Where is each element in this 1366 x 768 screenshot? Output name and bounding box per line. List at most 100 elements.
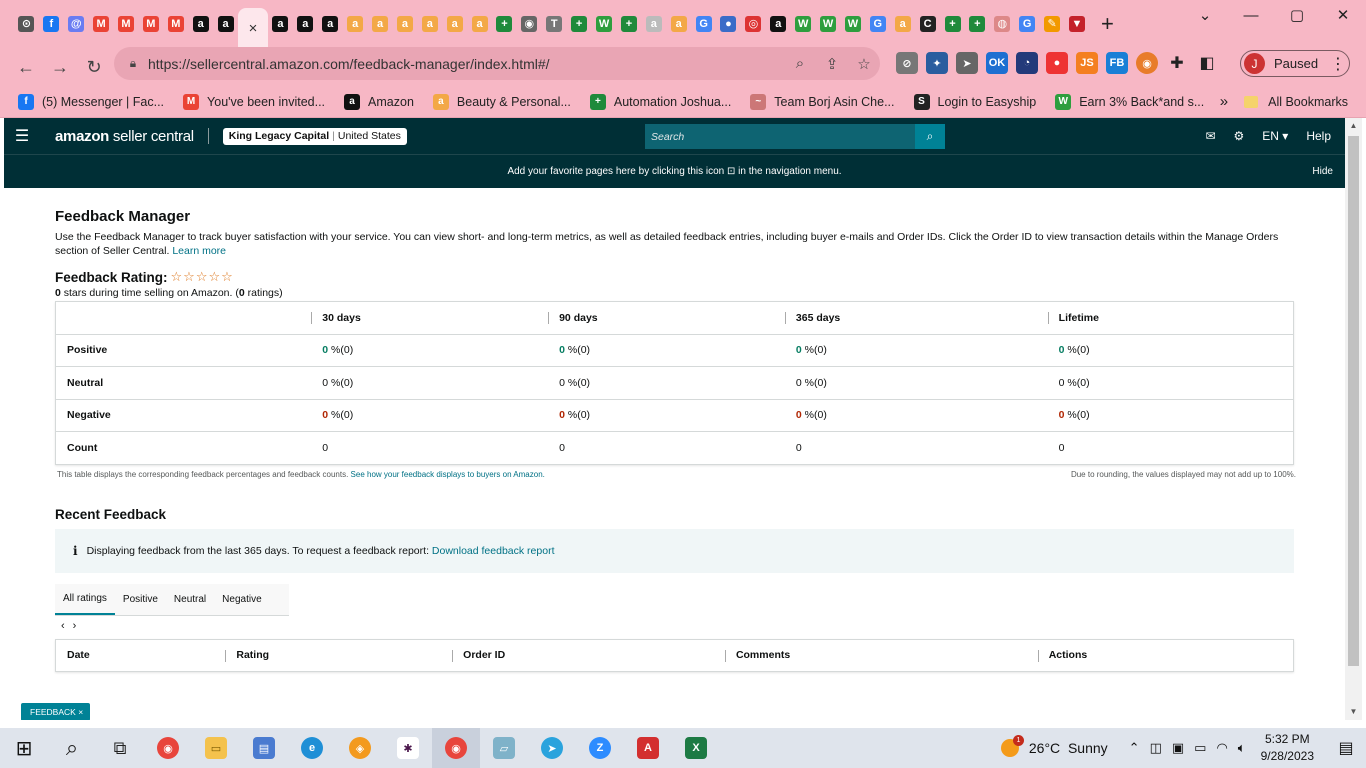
browser-tab[interactable]: a — [442, 0, 467, 48]
browser-tab[interactable]: ◉ — [517, 0, 542, 48]
browser-tab[interactable]: @ — [64, 0, 89, 48]
learn-more-link[interactable]: Learn more — [172, 245, 226, 257]
clock[interactable]: 5:32 PM 9/28/2023 — [1261, 731, 1314, 765]
search-input[interactable]: Search — [645, 124, 915, 149]
browser-tab[interactable]: + — [567, 0, 592, 48]
browser-tab[interactable]: ✎ — [1040, 0, 1065, 48]
telegram-icon[interactable]: ➤ — [528, 728, 576, 768]
browser-tab[interactable]: a — [666, 0, 691, 48]
meet-icon[interactable]: ◫ — [1150, 740, 1162, 756]
filter-tab-all-ratings[interactable]: All ratings — [55, 583, 115, 615]
browser-tab[interactable]: + — [492, 0, 517, 48]
browser-tab[interactable]: a — [890, 0, 915, 48]
download-report-link[interactable]: Download feedback report — [432, 545, 555, 557]
scroll-down-arrow-icon[interactable]: ▼ — [1345, 704, 1362, 720]
js-extension-icon[interactable]: JS — [1076, 52, 1098, 74]
browser-tab[interactable]: a — [368, 0, 393, 48]
bookmark-item[interactable]: M You've been invited... — [183, 93, 325, 110]
maximize-button[interactable]: ▢ — [1274, 0, 1320, 30]
browser-tab[interactable]: a — [641, 0, 666, 48]
browser-tab[interactable]: a — [293, 0, 318, 48]
browser-tab[interactable]: M — [138, 0, 163, 48]
orange-extension-icon[interactable]: ◉ — [1136, 52, 1158, 74]
browser-tab[interactable]: a — [392, 0, 417, 48]
browser-tab[interactable]: + — [616, 0, 641, 48]
new-tab-button[interactable]: + — [1089, 0, 1125, 48]
bookmark-item[interactable]: a Amazon — [344, 93, 414, 110]
filter-tab-negative[interactable]: Negative — [214, 583, 269, 615]
weather-widget[interactable]: 1 26°C Sunny — [1000, 735, 1108, 757]
column-header-order-id[interactable]: Order ID — [452, 639, 725, 671]
scrollbar-thumb[interactable] — [1348, 136, 1359, 666]
zoom-icon[interactable]: ⌕ — [784, 55, 816, 72]
acrobat-icon[interactable]: A — [624, 728, 672, 768]
browser-tab[interactable]: M — [163, 0, 188, 48]
account-switcher[interactable]: King Legacy Capital | United States — [222, 127, 407, 145]
browser-tab[interactable]: W — [816, 0, 841, 48]
arrow-extension-icon[interactable]: ➤ — [956, 52, 978, 74]
next-page-button[interactable]: › — [73, 620, 85, 632]
browser-tab[interactable]: a — [318, 0, 343, 48]
chart-extension-icon[interactable]: ◔ — [1016, 52, 1038, 74]
edge-icon[interactable]: e — [288, 728, 336, 768]
close-icon[interactable]: × — [78, 707, 83, 717]
address-bar[interactable]: 🔒︎ https://sellercentral.amazon.com/feed… — [114, 47, 880, 80]
bookmark-item[interactable]: f (5) Messenger | Fac... — [18, 93, 164, 110]
zoom-icon[interactable]: Z — [576, 728, 624, 768]
url-text[interactable]: https://sellercentral.amazon.com/feedbac… — [148, 56, 784, 72]
off-extension-icon[interactable]: ⊘ — [896, 52, 918, 74]
filter-tab-positive[interactable]: Positive — [115, 583, 166, 615]
bookmark-item[interactable]: S Login to Easyship — [913, 93, 1036, 110]
excel-icon[interactable]: X — [672, 728, 720, 768]
slack-icon[interactable]: ✱ — [384, 728, 432, 768]
column-header-date[interactable]: Date — [56, 639, 226, 671]
network-app-icon[interactable]: ▤ — [240, 728, 288, 768]
browser-tab[interactable]: G — [691, 0, 716, 48]
battery-icon[interactable]: ▭ — [1194, 740, 1206, 756]
browser-tab[interactable]: ● — [716, 0, 741, 48]
browser-tab[interactable]: a — [268, 0, 293, 48]
hamburger-menu-icon[interactable]: ☰ — [4, 126, 40, 146]
display-icon[interactable]: ▣ — [1172, 740, 1184, 756]
column-header-comments[interactable]: Comments — [724, 639, 1038, 671]
browser-tab[interactable]: a — [417, 0, 442, 48]
search-icon[interactable]: ⌕ — [915, 124, 945, 149]
browser-tab[interactable]: T — [542, 0, 567, 48]
browser-tab[interactable]: ⊙ — [14, 0, 39, 48]
column-header-rating[interactable]: Rating — [225, 639, 452, 671]
vpn-icon[interactable]: ◈ — [336, 728, 384, 768]
extension-icon[interactable]: ✦ — [926, 52, 948, 74]
browser-tab[interactable]: G — [865, 0, 890, 48]
fba-extension-icon[interactable]: FB — [1106, 52, 1128, 74]
browser-tab[interactable]: ◍ — [990, 0, 1015, 48]
chrome-profile-icon[interactable]: ◉ — [432, 728, 480, 768]
search-icon[interactable]: ⌕ — [48, 728, 96, 768]
minimize-window-button[interactable]: — — [1228, 0, 1274, 30]
column-header-actions[interactable]: Actions — [1037, 639, 1294, 671]
prev-page-button[interactable]: ‹ — [61, 620, 73, 632]
browser-tab[interactable]: × — [238, 8, 269, 48]
browser-tab[interactable]: ◎ — [741, 0, 766, 48]
browser-menu-icon[interactable]: ⋮ — [1330, 54, 1346, 74]
volume-icon[interactable]: 🔈︎ — [1238, 740, 1246, 756]
bookmark-item[interactable]: + Automation Joshua... — [589, 93, 731, 110]
browser-tab[interactable]: a — [188, 0, 213, 48]
hide-banner-button[interactable]: Hide — [1312, 166, 1333, 177]
notification-icon[interactable]: ▤ — [1326, 738, 1366, 758]
feedback-button[interactable]: FEEDBACK × — [21, 703, 91, 720]
chevron-up-icon[interactable]: ⌃ — [1129, 740, 1140, 756]
bookmark-item[interactable]: a Beauty & Personal... — [432, 93, 571, 110]
seller-central-logo[interactable]: amazon seller central — [55, 128, 194, 145]
close-window-button[interactable]: ✕ — [1320, 0, 1366, 30]
browser-tab[interactable]: W — [841, 0, 866, 48]
bookmark-item[interactable]: ~ Team Borj Asin Che... — [750, 93, 895, 110]
chrome-icon[interactable]: ◉ — [144, 728, 192, 768]
mail-icon[interactable]: ✉ — [1205, 129, 1215, 143]
pokeball-extension-icon[interactable]: ● — [1046, 52, 1068, 74]
back-button[interactable]: ← — [10, 51, 42, 83]
browser-tab[interactable]: a — [467, 0, 492, 48]
feedback-display-link[interactable]: See how your feedback displays to buyers… — [351, 470, 545, 479]
wifi-icon[interactable]: ◠ — [1216, 740, 1227, 756]
file-explorer-icon[interactable]: ▭ — [192, 728, 240, 768]
browser-tab[interactable]: + — [940, 0, 965, 48]
